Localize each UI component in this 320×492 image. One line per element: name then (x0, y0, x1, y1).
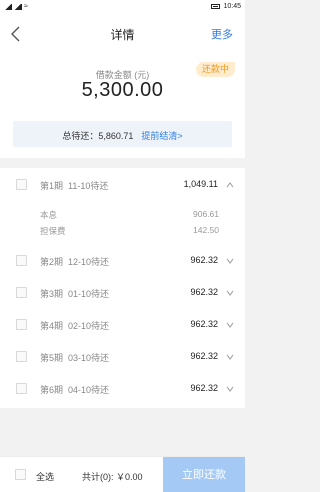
top-nav: 详情 更多 (0, 14, 245, 54)
battery-icon (211, 4, 221, 9)
loan-summary: 还款中 借款金额 (元) 5,300.00 总待还：5,860.71 提前结清> (0, 54, 245, 158)
installment-checkbox[interactable] (16, 287, 27, 298)
chevron-down-icon[interactable] (226, 353, 234, 361)
page-title: 详情 (110, 28, 135, 42)
total-due-label: 总待还： (62, 131, 99, 141)
select-all-label[interactable]: 全选 (36, 470, 54, 483)
installment-label: 第2期 12-10待还 (40, 257, 110, 267)
installment-amount: 1,049.11 (183, 179, 218, 189)
select-all-checkbox[interactable] (15, 469, 26, 480)
installment-list: 第1期 11-10待还 1,049.11 本息 906.61 担保费 142.5… (0, 168, 245, 408)
installment-row[interactable]: 第4期 02-10待还 962.32 (0, 308, 245, 340)
installment-label: 第3期 01-10待还 (40, 289, 110, 299)
installment-amount: 962.32 (190, 255, 218, 265)
installment-row[interactable]: 第1期 11-10待还 1,049.11 (0, 168, 245, 200)
installment-row[interactable]: 第6期 04-10待还 962.32 (0, 372, 245, 404)
installment-label: 第4期 02-10待还 (40, 321, 110, 331)
wifi-icon: ≈ (24, 3, 28, 10)
chevron-down-icon[interactable] (226, 289, 234, 297)
installment-row[interactable]: 第2期 12-10待还 962.32 (0, 244, 245, 276)
clock: 10:45 (223, 3, 241, 10)
more-button[interactable]: 更多 (211, 26, 233, 42)
signal-icon (14, 3, 22, 10)
chevron-down-icon[interactable] (226, 321, 234, 329)
detail-value: 906.61 (193, 209, 219, 219)
installment-checkbox[interactable] (16, 319, 27, 330)
signal-indicators: ≈ (4, 3, 28, 10)
installment-row[interactable]: 第3期 01-10待还 962.32 (0, 276, 245, 308)
installment-label: 第6期 04-10待还 (40, 385, 110, 395)
signal-icon (4, 3, 12, 10)
detail-label: 担保费 (40, 226, 66, 236)
status-bar: ≈ 10:45 (0, 0, 245, 14)
total-due-value: 5,860.71 (98, 131, 134, 141)
pay-now-button[interactable]: 立即还款 (163, 457, 245, 492)
installment-label: 第1期 11-10待还 (40, 181, 109, 191)
installment-checkbox[interactable] (16, 179, 27, 190)
installment-amount: 962.32 (190, 383, 218, 393)
installment-checkbox[interactable] (16, 383, 27, 394)
chevron-down-icon[interactable] (226, 257, 234, 265)
bottom-bar: 全选 共计(0): ￥0.00 立即还款 (0, 456, 245, 492)
installment-checkbox[interactable] (16, 351, 27, 362)
total-due-box: 总待还：5,860.71 提前结清> (13, 121, 232, 147)
loan-amount-value: 5,300.00 (81, 79, 164, 101)
installment-row[interactable]: 第5期 03-10待还 962.32 (0, 340, 245, 372)
chevron-up-icon[interactable] (226, 181, 234, 189)
installment-amount: 962.32 (190, 287, 218, 297)
selected-total: 共计(0): ￥0.00 (82, 472, 143, 482)
status-right: 10:45 (211, 3, 241, 10)
prepay-link[interactable]: 提前结清> (141, 131, 182, 141)
installment-label: 第5期 03-10待还 (40, 353, 110, 363)
installment-amount: 962.32 (190, 351, 218, 361)
installment-amount: 962.32 (190, 319, 218, 329)
chevron-down-icon[interactable] (226, 385, 234, 393)
detail-value: 142.50 (193, 225, 219, 235)
installment-checkbox[interactable] (16, 255, 27, 266)
detail-label: 本息 (40, 210, 58, 220)
